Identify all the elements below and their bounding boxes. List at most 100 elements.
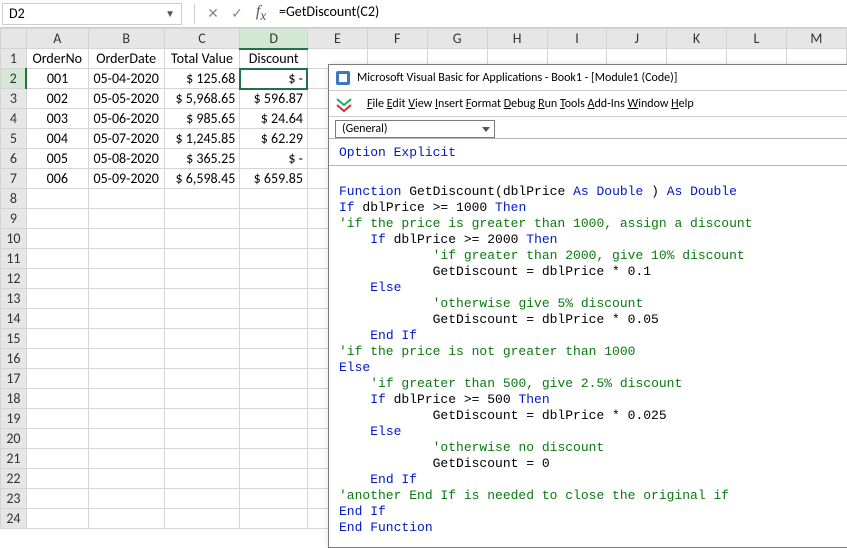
cell-C9[interactable]	[164, 209, 240, 229]
row-header-21[interactable]: 21	[1, 449, 27, 469]
col-header-E[interactable]: E	[307, 29, 367, 49]
row-header-19[interactable]: 19	[1, 409, 27, 429]
vba-menu-format[interactable]: Format	[466, 97, 501, 111]
cell-C23[interactable]	[164, 489, 240, 509]
cell-C8[interactable]	[164, 189, 240, 209]
name-box[interactable]: D2 ▼	[2, 3, 182, 25]
col-header-F[interactable]: F	[367, 29, 427, 49]
cell-C13[interactable]	[164, 289, 240, 309]
vba-menu-tools[interactable]: Tools	[560, 97, 585, 111]
cell-A15[interactable]	[26, 329, 88, 349]
cell-A16[interactable]	[26, 349, 88, 369]
enter-formula-icon[interactable]: ✓	[225, 5, 249, 22]
cell-B16[interactable]	[88, 349, 164, 369]
cell-B5[interactable]: 05-07-2020	[88, 129, 164, 149]
row-header-17[interactable]: 17	[1, 369, 27, 389]
formula-input[interactable]: =GetDiscount(C2)	[273, 3, 847, 25]
col-header-K[interactable]: K	[667, 29, 727, 49]
cell-D17[interactable]	[240, 369, 308, 389]
col-header-M[interactable]: M	[786, 29, 846, 49]
cell-B13[interactable]	[88, 289, 164, 309]
vba-menu-debug[interactable]: Debug	[504, 97, 536, 111]
cell-D9[interactable]	[240, 209, 308, 229]
col-header-I[interactable]: I	[547, 29, 607, 49]
col-header-H[interactable]: H	[487, 29, 547, 49]
cell-A11[interactable]	[26, 249, 88, 269]
row-header-14[interactable]: 14	[1, 309, 27, 329]
cell-A18[interactable]	[26, 389, 88, 409]
cell-A10[interactable]	[26, 229, 88, 249]
cell-D1[interactable]: Discount	[240, 49, 308, 69]
select-all-corner[interactable]	[1, 29, 27, 49]
cell-C20[interactable]	[164, 429, 240, 449]
chevron-down-icon[interactable]: ▼	[165, 7, 175, 20]
cell-C7[interactable]: $ 6,598.45	[164, 169, 240, 189]
vba-menu-edit[interactable]: Edit	[387, 97, 406, 111]
vba-menu-insert[interactable]: Insert	[435, 97, 463, 111]
row-header-4[interactable]: 4	[1, 109, 27, 129]
cell-C4[interactable]: $ 985.65	[164, 109, 240, 129]
cell-C6[interactable]: $ 365.25	[164, 149, 240, 169]
col-header-B[interactable]: B	[88, 29, 164, 49]
cell-C1[interactable]: Total Value	[164, 49, 240, 69]
row-header-6[interactable]: 6	[1, 149, 27, 169]
row-header-24[interactable]: 24	[1, 509, 27, 529]
cell-A13[interactable]	[26, 289, 88, 309]
vba-titlebar[interactable]: Microsoft Visual Basic for Applications …	[329, 65, 847, 91]
cell-A5[interactable]: 004	[26, 129, 88, 149]
cell-A19[interactable]	[26, 409, 88, 429]
cell-C17[interactable]	[164, 369, 240, 389]
cell-C5[interactable]: $ 1,245.85	[164, 129, 240, 149]
cell-C21[interactable]	[164, 449, 240, 469]
cell-B2[interactable]: 05-04-2020	[88, 69, 164, 89]
cell-B12[interactable]	[88, 269, 164, 289]
cell-A7[interactable]: 006	[26, 169, 88, 189]
col-header-A[interactable]: A	[26, 29, 88, 49]
cell-D14[interactable]	[240, 309, 308, 329]
cell-A20[interactable]	[26, 429, 88, 449]
row-header-22[interactable]: 22	[1, 469, 27, 489]
row-header-2[interactable]: 2	[1, 69, 27, 89]
row-header-16[interactable]: 16	[1, 349, 27, 369]
cell-C12[interactable]	[164, 269, 240, 289]
cell-D10[interactable]	[240, 229, 308, 249]
row-header-20[interactable]: 20	[1, 429, 27, 449]
cell-C18[interactable]	[164, 389, 240, 409]
cell-D5[interactable]: $ 62.29	[240, 129, 308, 149]
row-header-3[interactable]: 3	[1, 89, 27, 109]
cell-D16[interactable]	[240, 349, 308, 369]
row-header-23[interactable]: 23	[1, 489, 27, 509]
cell-A22[interactable]	[26, 469, 88, 489]
row-header-11[interactable]: 11	[1, 249, 27, 269]
row-header-9[interactable]: 9	[1, 209, 27, 229]
cell-B9[interactable]	[88, 209, 164, 229]
cell-A6[interactable]: 005	[26, 149, 88, 169]
cell-D24[interactable]	[240, 509, 308, 529]
cell-A12[interactable]	[26, 269, 88, 289]
cell-A4[interactable]: 003	[26, 109, 88, 129]
cell-B23[interactable]	[88, 489, 164, 509]
vba-menu-file[interactable]: File	[367, 97, 384, 111]
cell-B4[interactable]: 05-06-2020	[88, 109, 164, 129]
cell-B19[interactable]	[88, 409, 164, 429]
cell-B20[interactable]	[88, 429, 164, 449]
fx-icon[interactable]: fx	[249, 3, 273, 24]
cell-A24[interactable]	[26, 509, 88, 529]
cell-D3[interactable]: $ 596.87	[240, 89, 308, 109]
cell-B22[interactable]	[88, 469, 164, 489]
cell-B10[interactable]	[88, 229, 164, 249]
cell-D22[interactable]	[240, 469, 308, 489]
cell-B17[interactable]	[88, 369, 164, 389]
cell-A23[interactable]	[26, 489, 88, 509]
cell-C3[interactable]: $ 5,968.65	[164, 89, 240, 109]
cell-A3[interactable]: 002	[26, 89, 88, 109]
cell-D6[interactable]: $ -	[240, 149, 308, 169]
row-header-15[interactable]: 15	[1, 329, 27, 349]
cell-A17[interactable]	[26, 369, 88, 389]
cell-B14[interactable]	[88, 309, 164, 329]
cell-C11[interactable]	[164, 249, 240, 269]
row-header-10[interactable]: 10	[1, 229, 27, 249]
cell-A1[interactable]: OrderNo	[26, 49, 88, 69]
cell-C2[interactable]: $ 125.68	[164, 69, 240, 89]
row-header-8[interactable]: 8	[1, 189, 27, 209]
